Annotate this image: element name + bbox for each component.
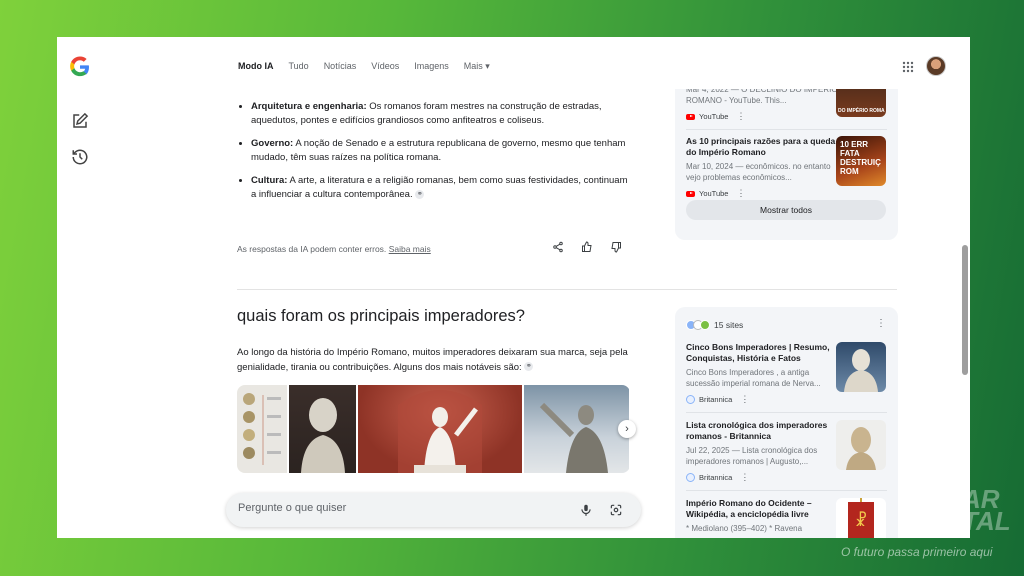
ask-box xyxy=(226,493,641,527)
sources-panel-2: 15 sites ⋮ Cinco Bons Imperadores | Resu… xyxy=(675,307,898,538)
google-logo[interactable] xyxy=(69,56,91,78)
answer-actions xyxy=(552,241,622,253)
globe-icon xyxy=(686,473,695,482)
left-rail xyxy=(57,37,103,538)
tab-modo-ia[interactable]: Modo IA xyxy=(238,61,274,72)
apps-grid-icon[interactable] xyxy=(902,61,914,73)
brand-watermark: AR TAL xyxy=(962,484,1011,536)
image-carousel xyxy=(237,385,630,473)
source-item[interactable]: As 10 principais razões para a queda do … xyxy=(686,136,838,199)
answer-list: Arquitetura e engenharia: Os romanos for… xyxy=(237,100,629,203)
ask-input[interactable] xyxy=(238,502,538,514)
more-options-icon[interactable]: ⋮ xyxy=(740,472,749,483)
avatar[interactable] xyxy=(926,56,946,76)
user-question: quais foram os principais imperadores? xyxy=(237,307,525,325)
coins-image[interactable] xyxy=(237,385,287,473)
more-options-icon[interactable]: ⋮ xyxy=(736,188,745,199)
tab-noticias[interactable]: Notícias xyxy=(324,61,357,72)
thumbs-up-icon[interactable] xyxy=(581,241,593,253)
share-icon[interactable] xyxy=(552,241,564,253)
new-chat-icon[interactable] xyxy=(71,112,89,130)
history-icon[interactable] xyxy=(71,148,89,166)
tab-mais[interactable]: Mais ▾ xyxy=(464,61,490,72)
divider xyxy=(686,129,887,130)
more-options-icon[interactable]: ⋮ xyxy=(740,394,749,405)
lens-icon[interactable] xyxy=(609,503,623,517)
show-all-button[interactable]: Mostrar todos xyxy=(686,200,886,220)
thumbs-down-icon[interactable] xyxy=(610,241,622,253)
globe-icon xyxy=(686,395,695,404)
microphone-icon[interactable] xyxy=(579,503,593,517)
youtube-icon xyxy=(686,190,695,197)
statue-image[interactable] xyxy=(358,385,522,473)
list-item: Arquitetura e engenharia: Os romanos for… xyxy=(251,100,629,129)
more-options-icon[interactable]: ⋮ xyxy=(876,318,886,329)
bust-thumbnail[interactable] xyxy=(836,420,886,470)
site-favicon xyxy=(700,320,710,330)
section-divider xyxy=(237,289,897,290)
divider xyxy=(686,490,887,491)
source-link-icon[interactable]: ⚭ xyxy=(415,189,425,199)
ai-answer-1: espanhol, o francês e o italiano. Arquit… xyxy=(237,77,629,211)
browser-window: Modo IA Tudo Notícias Vídeos Imagens Mai… xyxy=(57,37,970,538)
more-options-icon[interactable]: ⋮ xyxy=(736,111,745,122)
ai-answer-2: Ao longo da história do Império Romano, … xyxy=(237,347,628,373)
divider xyxy=(686,412,887,413)
source-item[interactable]: Lista cronológica dos imperadores romano… xyxy=(686,420,838,483)
top-nav: Modo IA Tudo Notícias Vídeos Imagens Mai… xyxy=(103,37,970,89)
tab-tudo[interactable]: Tudo xyxy=(289,61,309,72)
slogan-watermark: O futuro passa primeiro aqui xyxy=(841,545,993,559)
tab-videos[interactable]: Vídeos xyxy=(371,61,399,72)
source-item[interactable]: Cinco Bons Imperadores | Resumo, Conquis… xyxy=(686,342,838,405)
augustus-statue-image[interactable] xyxy=(524,385,629,473)
learn-more-link[interactable]: Saiba mais xyxy=(389,244,431,254)
source-item[interactable]: Império Romano do Ocidente – Wikipédia, … xyxy=(686,498,838,534)
bust-thumbnail[interactable] xyxy=(836,342,886,392)
scrollbar[interactable] xyxy=(962,245,968,375)
svg-text:☧: ☧ xyxy=(855,511,868,530)
banner-thumbnail[interactable]: ☧ xyxy=(836,498,886,538)
ai-disclaimer: As respostas da IA podem conter erros. S… xyxy=(237,244,431,254)
search-tabs: Modo IA Tudo Notícias Vídeos Imagens Mai… xyxy=(238,61,490,72)
tab-imagens[interactable]: Imagens xyxy=(414,61,449,72)
carousel-next-button[interactable]: › xyxy=(618,420,636,438)
list-item: Governo: A noção de Senado e a estrutura… xyxy=(251,137,629,166)
source-link-icon[interactable]: ⚭ xyxy=(524,362,534,372)
video-thumbnail[interactable]: 10 ERR FATA DESTRUIÇ ROM xyxy=(836,136,886,186)
bust-image[interactable] xyxy=(289,385,356,473)
list-item: Cultura: A arte, a literatura e a religi… xyxy=(251,174,629,203)
youtube-icon xyxy=(686,113,695,120)
sites-header[interactable]: 15 sites xyxy=(686,320,743,330)
